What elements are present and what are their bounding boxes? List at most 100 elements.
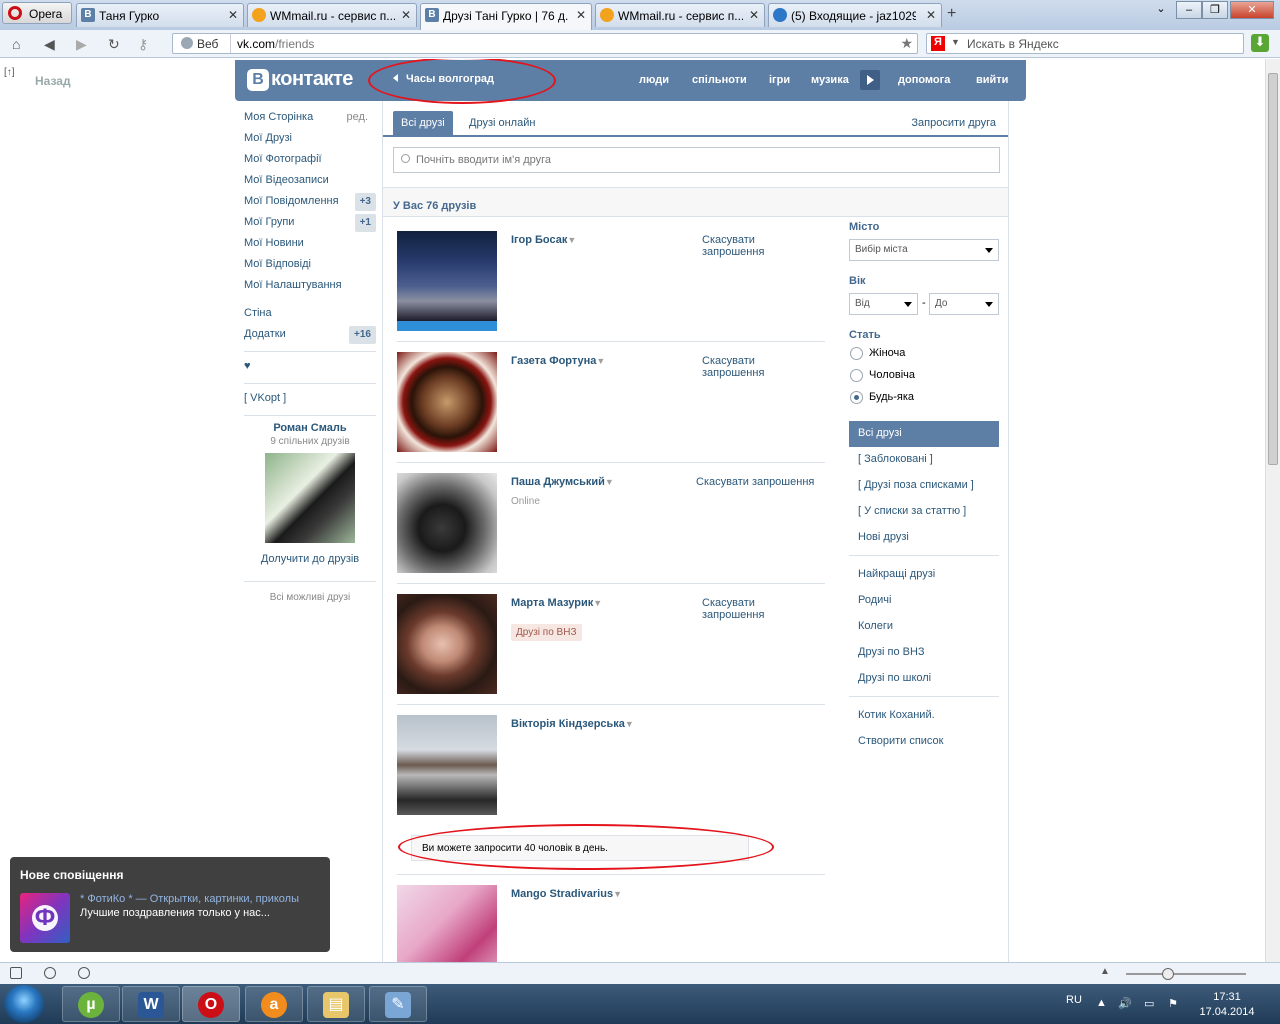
dropdown-arrow-icon[interactable]: ▼ xyxy=(613,889,622,899)
prev-track-icon[interactable] xyxy=(393,74,398,82)
friend-name[interactable]: Вікторія Кіндзерська▼ xyxy=(511,718,634,730)
list-by-gender[interactable]: [ У списки за статтю ] xyxy=(849,499,999,525)
cloud-icon[interactable] xyxy=(44,967,56,979)
tab-all-friends[interactable]: Всі друзі xyxy=(393,111,453,135)
vertical-scrollbar[interactable] xyxy=(1265,59,1280,962)
notification-popup[interactable]: Нове сповіщення Ф * ФотиКо * — Открытки,… xyxy=(10,857,330,952)
paint-taskbar-button[interactable]: ✎ xyxy=(369,986,427,1022)
menu-my-messages[interactable]: Мої Повідомлення +3 xyxy=(244,193,376,214)
menu-my-photos[interactable]: Мої Фотографії xyxy=(244,151,376,172)
bookmark-star-icon[interactable]: ★ xyxy=(900,35,913,52)
download-icon[interactable]: ⬇ xyxy=(1251,34,1269,52)
opera-menu-button[interactable]: Opera xyxy=(2,2,72,24)
scrollbar-thumb[interactable] xyxy=(1268,73,1278,465)
menu-my-settings[interactable]: Мої Налаштування xyxy=(244,277,376,298)
word-taskbar-button[interactable]: W xyxy=(122,986,180,1022)
gender-male-radio[interactable]: Чоловіча xyxy=(849,369,999,391)
list-new-friends[interactable]: Нові друзі xyxy=(849,525,999,551)
apps-count-badge[interactable]: +16 xyxy=(349,326,376,344)
start-button[interactable] xyxy=(4,985,44,1023)
minimize-icon[interactable]: – xyxy=(1176,1,1202,19)
browser-tab[interactable]: (5) Входящие - jaz1029... ✕ xyxy=(768,3,942,27)
age-to-select[interactable]: До xyxy=(929,293,999,315)
system-clock[interactable]: 17:31 17.04.2014 xyxy=(1196,990,1258,1020)
list-school[interactable]: Друзі по школі xyxy=(849,666,999,692)
dropdown-arrow-icon[interactable]: ▼ xyxy=(605,477,614,487)
list-unlisted[interactable]: [ Друзі поза списками ] xyxy=(849,473,999,499)
url-text[interactable]: vk.com/friends xyxy=(237,37,314,51)
heart-icon[interactable]: ♥ xyxy=(244,358,376,379)
groups-count-badge[interactable]: +1 xyxy=(354,214,376,232)
language-indicator[interactable]: RU xyxy=(1066,994,1082,1006)
browser-tab-active[interactable]: B Друзі Тані Гурко | 76 д... ✕ xyxy=(420,3,592,30)
friend-search-input[interactable]: Почніть вводити ім'я друга xyxy=(393,147,1000,173)
scroll-top-icon[interactable]: [↑] xyxy=(4,67,15,78)
list-blocked[interactable]: [ Заблоковані ] xyxy=(849,447,999,473)
player-track-title[interactable]: Часы волгоград xyxy=(406,73,494,85)
suggested-friend-photo[interactable] xyxy=(265,453,355,543)
gender-any-radio[interactable]: Будь-яка xyxy=(849,391,999,413)
close-tab-icon[interactable]: ✕ xyxy=(926,8,936,22)
home-icon[interactable]: ⌂ xyxy=(12,36,20,52)
invite-friend-link[interactable]: Запросити друга xyxy=(911,117,996,129)
friend-name[interactable]: Паша Джумський▼ xyxy=(511,476,614,488)
close-tab-icon[interactable]: ✕ xyxy=(576,8,586,22)
back-arrow-icon[interactable]: ◀ xyxy=(44,36,55,53)
age-from-select[interactable]: Від xyxy=(849,293,918,315)
cancel-request-link[interactable]: Скасувати запрошення xyxy=(702,355,802,379)
dropdown-arrow-icon[interactable]: ▼ xyxy=(593,598,602,608)
restore-icon[interactable]: ❐ xyxy=(1202,1,1228,19)
fotiko-app-icon[interactable]: Ф xyxy=(20,893,70,943)
gender-female-radio[interactable]: Жіноча xyxy=(849,347,999,369)
notification-source-link[interactable]: * ФотиКо * — Открытки, картинки, приколы xyxy=(80,893,299,905)
list-custom[interactable]: Котик Коханий. xyxy=(849,703,999,729)
vk-logo-icon[interactable]: В xyxy=(247,69,269,91)
zoom-slider[interactable] xyxy=(1126,968,1246,980)
friend-list-tag[interactable]: Друзі по ВНЗ xyxy=(511,624,582,641)
volume-icon[interactable]: 🔊 xyxy=(1118,997,1132,1010)
edit-link[interactable]: ред. xyxy=(347,109,368,125)
utorrent-taskbar-button[interactable]: µ xyxy=(62,986,120,1022)
dropdown-arrow-icon[interactable]: ▼ xyxy=(625,719,634,729)
vkopt-link[interactable]: [ VKopt ] xyxy=(244,390,376,411)
network-icon[interactable]: ▭ xyxy=(1144,997,1154,1010)
add-friend-link[interactable]: Долучити до друзів xyxy=(244,553,376,565)
avast-taskbar-button[interactable]: a xyxy=(245,986,303,1022)
nav-music[interactable]: музика xyxy=(811,74,849,86)
friend-name[interactable]: Газета Фортуна▼ xyxy=(511,355,605,367)
play-icon[interactable] xyxy=(860,70,880,90)
action-center-icon[interactable]: ⚑ xyxy=(1168,997,1178,1010)
menu-wall[interactable]: Стіна xyxy=(244,305,376,326)
friend-name[interactable]: Mango Stradivarius▼ xyxy=(511,888,622,900)
chevron-down-icon[interactable]: ▼ xyxy=(951,37,960,47)
browser-tab[interactable]: WMmail.ru - сервис п... ✕ xyxy=(247,3,417,27)
dropdown-arrow-icon[interactable]: ▼ xyxy=(567,235,576,245)
nav-communities[interactable]: спільноти xyxy=(692,74,747,86)
list-relatives[interactable]: Родичі xyxy=(849,588,999,614)
menu-my-page[interactable]: Моя Сторінка ред. xyxy=(244,109,376,130)
menu-apps[interactable]: Додатки +16 xyxy=(244,326,376,347)
vk-logo-text[interactable]: контакте xyxy=(271,68,353,91)
friend-avatar[interactable] xyxy=(397,473,497,573)
opera-taskbar-button[interactable]: O xyxy=(182,986,240,1022)
address-field[interactable]: Веб vk.com/friends ★ xyxy=(172,33,918,54)
nav-help[interactable]: допомога xyxy=(898,74,950,86)
tab-list-icon[interactable]: ⌄ xyxy=(1148,1,1174,19)
friend-avatar[interactable] xyxy=(397,885,497,962)
list-all-friends[interactable]: Всі друзі xyxy=(849,421,999,447)
close-window-icon[interactable]: ✕ xyxy=(1230,1,1274,19)
cancel-request-link[interactable]: Скасувати запрошення xyxy=(702,234,802,258)
browser-tab[interactable]: WMmail.ru - сервис п... ✕ xyxy=(595,3,765,27)
nav-games[interactable]: ігри xyxy=(769,74,790,86)
turbo-icon[interactable] xyxy=(78,967,90,979)
forward-arrow-icon[interactable]: ▶ xyxy=(76,36,87,53)
messages-count-badge[interactable]: +3 xyxy=(354,193,376,211)
friend-name[interactable]: Ігор Босак▼ xyxy=(511,234,576,246)
menu-my-videos[interactable]: Мої Відеозаписи xyxy=(244,172,376,193)
friend-avatar[interactable] xyxy=(397,352,497,452)
back-link[interactable]: Назад xyxy=(35,74,71,88)
close-tab-icon[interactable]: ✕ xyxy=(228,8,238,22)
suggested-friend-name[interactable]: Роман Смаль xyxy=(244,422,376,434)
search-field[interactable]: Я ▼ Искать в Яндекс xyxy=(926,33,1244,54)
tab-friends-online[interactable]: Друзі онлайн xyxy=(461,111,543,135)
